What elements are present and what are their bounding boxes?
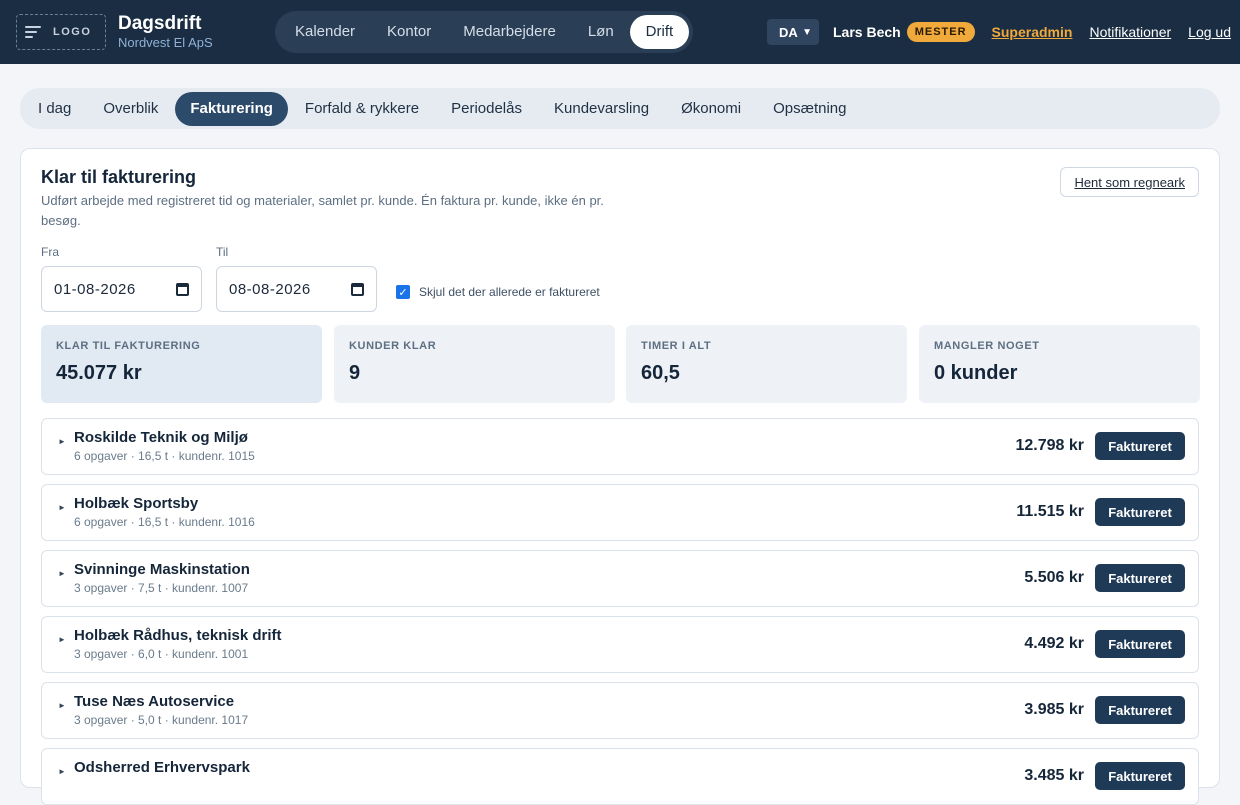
calendar-icon[interactable] [351, 282, 364, 296]
stat-value: 9 [349, 362, 361, 384]
customer-name: Holbæk Sportsby [74, 495, 199, 512]
role-badge: MESTER [906, 22, 975, 42]
tab-overblik[interactable]: Overblik [88, 92, 173, 126]
hide-invoiced-label: Skjul det der allerede er faktureret [419, 285, 600, 299]
chevron-down-icon: ▼ [802, 26, 812, 38]
mark-invoiced-button[interactable]: Faktureret [1095, 630, 1185, 658]
customer-amount: 3.485 kr [1024, 767, 1084, 784]
nav-item-kalender[interactable]: Kalender [279, 15, 371, 49]
customer-name: Odsherred Erhvervspark [74, 759, 250, 776]
stat-missing: MANGLER NOGET 0 kunder [919, 325, 1200, 403]
superadmin-link[interactable]: Superadmin [992, 24, 1073, 40]
notifications-link[interactable]: Notifikationer [1089, 24, 1171, 40]
caret-right-icon[interactable]: ► [58, 437, 66, 446]
checkmark-icon[interactable]: ✓ [396, 285, 410, 299]
customer-name: Svinninge Maskinstation [74, 561, 250, 578]
company-name: Nordvest El ApS [118, 35, 213, 50]
customer-row[interactable]: ► Holbæk Sportsby 6 opgaver · 16,5 t · k… [41, 484, 1199, 541]
customer-meta: 6 opgaver · 16,5 t · kundenr. 1015 [74, 449, 255, 463]
header-tools: DA ▼ Lars Bech MESTER Superadmin Notifik… [767, 18, 1231, 46]
customer-row[interactable]: ► Svinninge Maskinstation 3 opgaver · 7,… [41, 550, 1199, 607]
customer-name: Holbæk Rådhus, teknisk drift [74, 627, 282, 644]
stat-label: TIMER I ALT [641, 340, 712, 352]
mark-invoiced-button[interactable]: Faktureret [1095, 498, 1185, 526]
stat-total-hours: TIMER I ALT 60,5 [626, 325, 907, 403]
mark-invoiced-button[interactable]: Faktureret [1095, 432, 1185, 460]
tab-opsaetning[interactable]: Opsætning [758, 92, 861, 126]
tab-fakturering[interactable]: Fakturering [175, 91, 288, 126]
nav-item-drift[interactable]: Drift [629, 15, 690, 49]
main-nav: Kalender Kontor Medarbejdere Løn Drift [275, 11, 694, 53]
panel-title: Klar til fakturering [41, 167, 197, 187]
tab-forfald-rykkere[interactable]: Forfald & rykkere [290, 92, 434, 126]
hide-invoiced-toggle[interactable]: ✓ Skjul det der allerede er faktureret [396, 285, 600, 299]
customer-amount: 12.798 kr [1015, 437, 1084, 454]
app-name: Dagsdrift [118, 13, 202, 34]
mark-invoiced-button[interactable]: Faktureret [1095, 762, 1185, 790]
logout-link[interactable]: Log ud [1188, 24, 1231, 40]
stat-value: 0 kunder [934, 362, 1018, 384]
tab-i-dag[interactable]: I dag [23, 92, 86, 126]
caret-right-icon[interactable]: ► [58, 701, 66, 710]
tab-okonomi[interactable]: Økonomi [666, 92, 756, 126]
export-spreadsheet-button[interactable]: Hent som regneark [1060, 167, 1199, 197]
customer-row[interactable]: ► Holbæk Rådhus, teknisk drift 3 opgaver… [41, 616, 1199, 673]
customer-row[interactable]: ► Tuse Næs Autoservice 3 opgaver · 5,0 t… [41, 682, 1199, 739]
nav-item-kontor[interactable]: Kontor [371, 15, 447, 49]
tab-kundevarsling[interactable]: Kundevarsling [539, 92, 664, 126]
top-bar: LOGO Dagsdrift Nordvest El ApS Kalender … [0, 0, 1240, 64]
brand: Dagsdrift Nordvest El ApS [118, 13, 213, 51]
customer-meta: 3 opgaver · 7,5 t · kundenr. 1007 [74, 581, 249, 595]
language-select[interactable]: DA ▼ [767, 19, 819, 45]
invoicing-panel: Klar til fakturering Udført arbejde med … [20, 148, 1220, 805]
stat-label: KUNDER KLAR [349, 340, 437, 352]
stat-label: MANGLER NOGET [934, 340, 1040, 352]
from-label: Fra [41, 245, 59, 259]
customer-meta: 6 opgaver · 16,5 t · kundenr. 1016 [74, 515, 255, 529]
customer-row[interactable]: ► Roskilde Teknik og Miljø 6 opgaver · 1… [41, 418, 1199, 475]
to-date-input[interactable]: 08-08-2026 [216, 266, 377, 312]
customer-amount: 11.515 kr [1016, 503, 1084, 520]
customer-amount: 5.506 kr [1024, 569, 1084, 586]
mark-invoiced-button[interactable]: Faktureret [1095, 696, 1185, 724]
caret-right-icon[interactable]: ► [58, 635, 66, 644]
stat-ready-amount: KLAR TIL FAKTURERING 45.077 kr [41, 325, 322, 403]
stat-customers-ready: KUNDER KLAR 9 [334, 325, 615, 403]
from-date-input[interactable]: 01-08-2026 [41, 266, 202, 312]
caret-right-icon[interactable]: ► [58, 503, 66, 512]
logo[interactable]: LOGO [16, 14, 106, 50]
nav-item-lon[interactable]: Løn [572, 15, 630, 49]
from-date-value: 01-08-2026 [54, 280, 136, 298]
to-date-value: 08-08-2026 [229, 280, 311, 298]
stat-value: 45.077 kr [56, 362, 142, 384]
customer-meta: 3 opgaver · 6,0 t · kundenr. 1001 [74, 647, 249, 661]
customer-amount: 4.492 kr [1024, 635, 1084, 652]
menu-icon [25, 26, 41, 38]
mark-invoiced-button[interactable]: Faktureret [1095, 564, 1185, 592]
logo-text: LOGO [53, 26, 92, 38]
calendar-icon[interactable] [176, 282, 189, 296]
tab-periodelas[interactable]: Periodelås [436, 92, 537, 126]
language-value: DA [779, 24, 798, 40]
customer-name: Tuse Næs Autoservice [74, 693, 235, 710]
customer-meta: 3 opgaver · 5,0 t · kundenr. 1017 [74, 713, 249, 727]
stat-label: KLAR TIL FAKTURERING [56, 340, 201, 352]
stat-value: 60,5 [641, 362, 680, 384]
panel-description: Udført arbejde med registreret tid og ma… [41, 193, 604, 228]
to-label: Til [216, 245, 229, 259]
customer-name: Roskilde Teknik og Miljø [74, 429, 248, 446]
sub-nav: I dag Overblik Fakturering Forfald & ryk… [20, 88, 1220, 129]
user-name: Lars Bech [833, 24, 901, 40]
customer-amount: 3.985 kr [1024, 701, 1084, 718]
caret-right-icon[interactable]: ► [58, 569, 66, 578]
customer-row[interactable]: ► Odsherred Erhvervspark 3.485 kr Faktur… [41, 748, 1199, 805]
nav-item-medarbejdere[interactable]: Medarbejdere [447, 15, 572, 49]
